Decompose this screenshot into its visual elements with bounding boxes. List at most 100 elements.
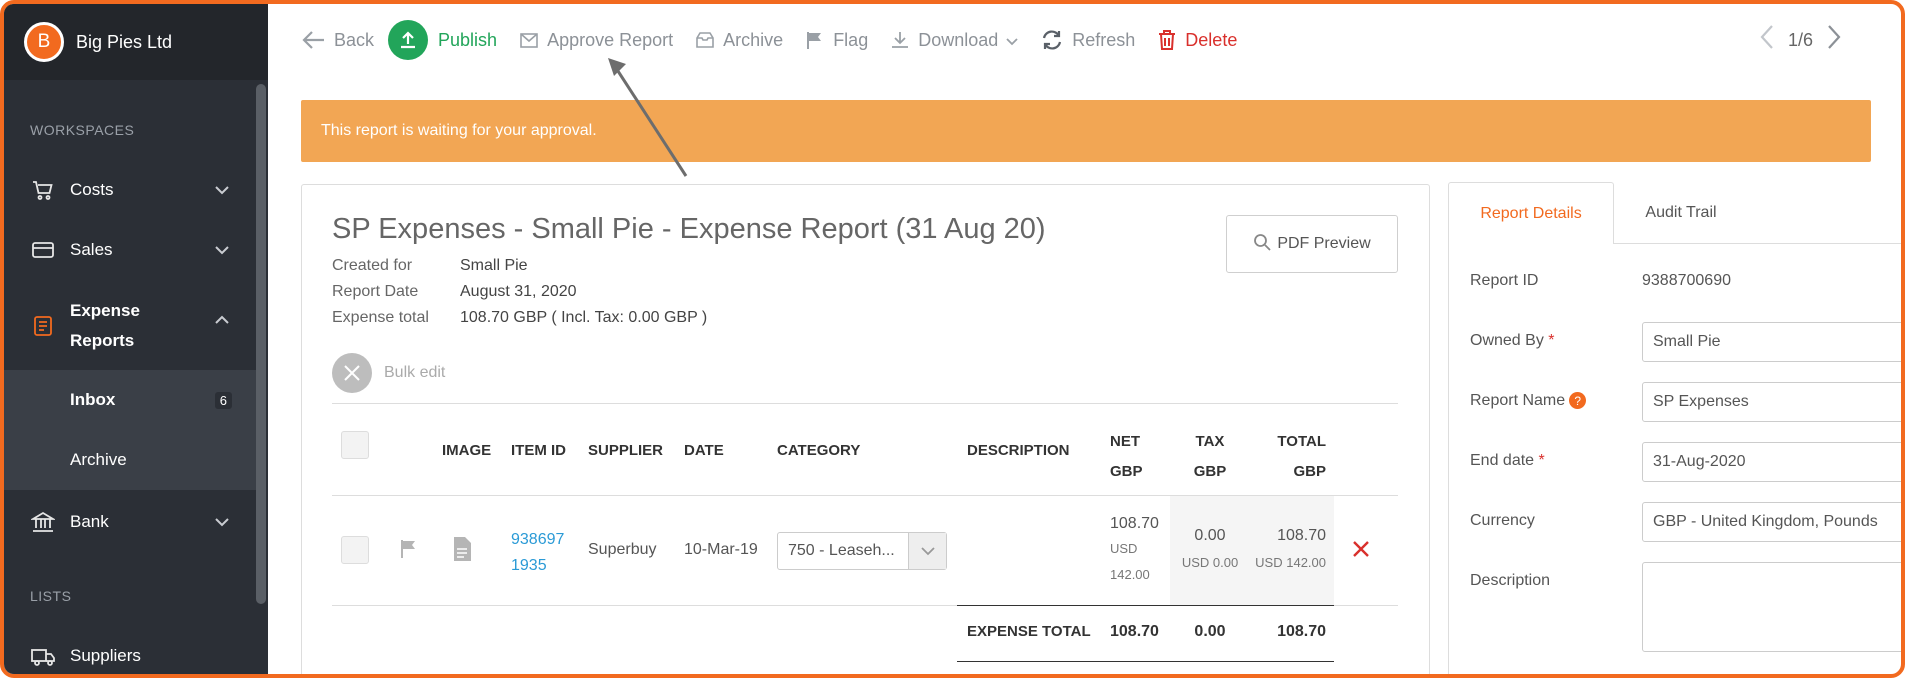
refresh-icon bbox=[1040, 29, 1064, 51]
remove-row-icon[interactable] bbox=[1352, 540, 1370, 563]
currency-label: Currency bbox=[1470, 512, 1535, 529]
publish-button[interactable]: Publish bbox=[388, 20, 497, 60]
th-tax: TAX GBP bbox=[1190, 427, 1230, 487]
total-cell: 108.70 bbox=[1277, 527, 1326, 544]
th-total-line2: GBP bbox=[1293, 463, 1326, 480]
owned-by-input[interactable]: Small Pie bbox=[1642, 322, 1901, 362]
sidebar-item-sales[interactable]: Sales bbox=[4, 234, 256, 266]
sidebar-item-label: Expense bbox=[70, 301, 140, 320]
end-date-input[interactable]: 31-Aug-2020 bbox=[1642, 442, 1901, 482]
sidebar-item-label: Sales bbox=[70, 240, 113, 259]
help-icon[interactable]: ? bbox=[1569, 392, 1587, 410]
meta-expense-total: Expense total 108.70 GBP ( Incl. Tax: 0.0… bbox=[332, 309, 707, 327]
next-page-icon[interactable] bbox=[1827, 24, 1841, 57]
sidebar-item-suppliers[interactable]: Suppliers bbox=[4, 640, 256, 672]
meta-report-date: Report Date August 31, 2020 bbox=[332, 283, 577, 301]
meta-created-for: Created for Small Pie bbox=[332, 257, 528, 275]
back-label: Back bbox=[334, 29, 375, 50]
total-top-rule bbox=[957, 605, 1334, 606]
report-details-panel: Report Details Audit Trail Report ID 938… bbox=[1448, 182, 1901, 674]
th-image: IMAGE bbox=[442, 442, 492, 459]
date-cell: 10-Mar-19 bbox=[684, 541, 758, 558]
prev-page-icon[interactable] bbox=[1760, 24, 1774, 57]
report-name-text: Report Name bbox=[1470, 392, 1566, 409]
meta-label: Expense total bbox=[332, 309, 429, 326]
th-category: CATEGORY bbox=[777, 442, 861, 459]
select-all-checkbox[interactable] bbox=[341, 431, 369, 459]
category-select[interactable]: 750 - Leaseh... bbox=[777, 532, 947, 570]
currency-select[interactable]: GBP - United Kingdom, Pounds bbox=[1642, 502, 1901, 542]
download-label: Download bbox=[918, 29, 999, 50]
item-id-line1: 938697 bbox=[511, 531, 565, 548]
owned-by-label: Owned By * bbox=[1470, 332, 1555, 350]
app-frame: B Big Pies Ltd WORKSPACES Costs Sales Ex… bbox=[0, 0, 1905, 678]
approval-alert: This report is waiting for your approval… bbox=[301, 100, 1871, 162]
flag-button[interactable]: Flag bbox=[805, 30, 868, 51]
tab-underline bbox=[1614, 243, 1901, 244]
tab-report-details[interactable]: Report Details bbox=[1448, 182, 1614, 244]
back-button[interactable]: Back bbox=[302, 30, 374, 51]
total-usd-cell: USD 142.00 bbox=[1255, 555, 1326, 570]
sidebar-item-costs[interactable]: Costs bbox=[4, 174, 256, 206]
net-usd-line2: 142.00 bbox=[1110, 567, 1150, 582]
net-usd-line1: USD bbox=[1110, 541, 1138, 556]
page-indicator: 1/6 bbox=[1787, 30, 1813, 50]
toolbar: Back Publish Approve Report Archive Flag bbox=[302, 20, 1259, 60]
archive-button[interactable]: Archive bbox=[695, 30, 783, 51]
sidebar-item-archive[interactable]: Archive bbox=[70, 450, 127, 470]
description-textarea[interactable] bbox=[1642, 562, 1901, 652]
chevron-down-icon bbox=[214, 514, 230, 530]
delete-button[interactable]: Delete bbox=[1157, 29, 1237, 51]
row-checkbox[interactable] bbox=[341, 536, 369, 564]
tax-total-cell-bg bbox=[1170, 496, 1334, 605]
supplier-cell: Superbuy bbox=[588, 541, 657, 558]
refresh-label: Refresh bbox=[1072, 29, 1136, 50]
annotation-arrow-icon bbox=[608, 58, 688, 177]
bulk-edit-button[interactable]: Bulk edit bbox=[332, 353, 445, 393]
flag-label: Flag bbox=[833, 29, 869, 50]
section-workspaces: WORKSPACES bbox=[30, 122, 135, 138]
chevron-down-icon bbox=[1006, 30, 1018, 51]
report-card: SP Expenses - Small Pie - Expense Report… bbox=[301, 184, 1430, 674]
report-id-value: 9388700690 bbox=[1642, 272, 1731, 289]
bulk-edit-label: Bulk edit bbox=[384, 364, 446, 381]
tab-audit-trail[interactable]: Audit Trail bbox=[1614, 182, 1748, 244]
report-title: SP Expenses - Small Pie - Expense Report… bbox=[332, 213, 1046, 245]
meta-label: Report Date bbox=[332, 283, 419, 300]
flag-icon[interactable] bbox=[400, 539, 418, 564]
panel-left-border bbox=[1448, 244, 1449, 674]
expense-total-total: 108.70 bbox=[1277, 623, 1326, 640]
th-net-line2: GBP bbox=[1110, 463, 1143, 480]
pdf-preview-button[interactable]: PDF Preview bbox=[1226, 215, 1398, 273]
approve-label: Approve Report bbox=[547, 29, 674, 50]
archive-box-icon bbox=[695, 30, 715, 50]
th-total: TOTAL GBP bbox=[1264, 427, 1326, 487]
wallet-icon bbox=[30, 237, 56, 263]
chevron-up-icon bbox=[214, 312, 230, 328]
report-name-input[interactable]: SP Expenses bbox=[1642, 382, 1901, 422]
pager: 1/6 bbox=[1746, 24, 1855, 57]
owned-by-text: Owned By bbox=[1470, 332, 1544, 349]
item-id-link[interactable]: 938697 1935 bbox=[511, 527, 564, 579]
sidebar-scrollbar[interactable] bbox=[256, 84, 266, 604]
approve-report-button[interactable]: Approve Report bbox=[519, 30, 673, 51]
download-dropdown[interactable]: Download bbox=[890, 30, 1018, 51]
th-net: NET GBP bbox=[1110, 427, 1143, 487]
company-name: Big Pies Ltd bbox=[76, 31, 173, 52]
document-icon[interactable] bbox=[452, 536, 472, 567]
end-date-label: End date * bbox=[1470, 452, 1545, 470]
truck-icon bbox=[30, 643, 56, 669]
sidebar-item-expense-reports[interactable]: Expense Reports bbox=[4, 296, 256, 356]
sidebar-item-bank[interactable]: Bank bbox=[4, 506, 256, 538]
sidebar-item-inbox[interactable]: Inbox bbox=[70, 390, 115, 410]
approve-envelope-icon bbox=[519, 30, 539, 50]
th-date: DATE bbox=[684, 442, 724, 459]
section-lists: LISTS bbox=[30, 588, 72, 604]
th-description: DESCRIPTION bbox=[967, 442, 1070, 459]
magnifier-icon bbox=[1253, 233, 1271, 256]
company-avatar: B bbox=[24, 22, 64, 62]
refresh-button[interactable]: Refresh bbox=[1040, 29, 1135, 51]
company-header[interactable]: B Big Pies Ltd bbox=[4, 4, 268, 80]
arrow-left-icon bbox=[302, 30, 326, 50]
archive-label: Archive bbox=[723, 29, 784, 50]
